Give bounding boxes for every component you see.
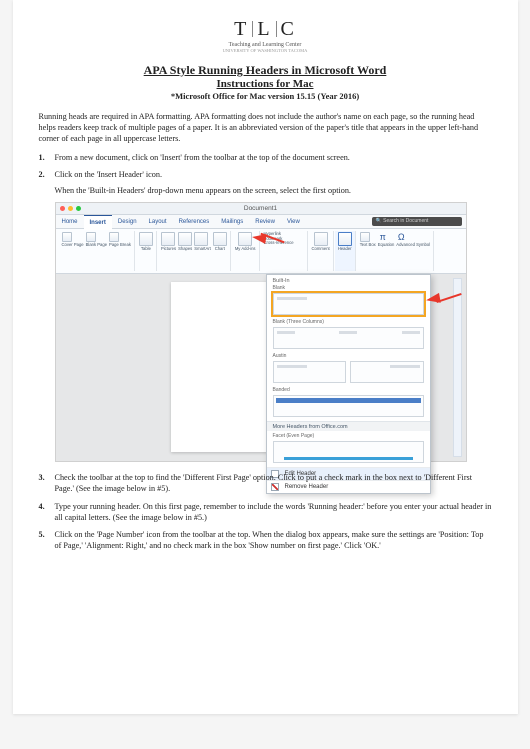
ribbon-header-group: Header [335,231,356,271]
ribbon-end-group: Text Box πEquation ΩAdvanced Symbol [357,231,434,271]
intro-paragraph: Running heads are required in APA format… [39,111,492,144]
table-icon[interactable] [139,232,153,246]
heading-sub: Instructions for Mac [39,78,492,90]
step-5: 5.Click on the 'Page Number' icon from t… [55,529,492,551]
minimize-icon[interactable] [68,206,73,211]
tab-home[interactable]: Home [56,215,84,229]
step-2-text: Click on the 'Insert Header' icon. [55,170,163,179]
right-panel-strip [453,278,462,457]
logo-org: UNIVERSITY OF WASHINGTON TACOMA [39,48,492,53]
chart-icon[interactable] [213,232,227,246]
step-5-text: Click on the 'Page Number' icon from the… [55,530,484,550]
ribbon-illust-group: Pictures Shapes SmartArt Chart [158,231,231,271]
shapes-icon[interactable] [178,232,192,246]
page-break-icon[interactable] [109,232,119,242]
close-icon[interactable] [60,206,65,211]
textbox-icon[interactable] [360,232,370,242]
logo-block: TLC Teaching and Learning Center UNIVERS… [39,18,492,53]
steps-list: 1.From a new document, click on 'Insert'… [39,152,492,196]
tab-references[interactable]: References [173,215,216,229]
cover-page-icon[interactable] [62,232,72,242]
dd-austin-label: Austin [267,353,430,359]
dd-blank-label: Blank [267,285,430,291]
dd-facet-label: Facet (Even Page) [267,431,430,439]
step-3: 3.Check the toolbar at the top to find t… [55,472,492,494]
mac-titlebar: Document1 [56,203,466,215]
step-2b-text: When the 'Built-in Headers' drop-down me… [55,185,492,196]
step-1-text: From a new document, click on 'Insert' f… [55,153,350,162]
dd-banded-label: Banded [267,387,430,393]
steps-list-cont: 3.Check the toolbar at the top to find t… [39,472,492,550]
window-title: Document1 [56,203,466,215]
heading-block: APA Style Running Headers in Microsoft W… [39,63,492,101]
header-dropdown: Built-In Blank Blank (Three Columns) Aus… [266,274,431,494]
step-4: 4.Type your running header. On this firs… [55,501,492,523]
step-4-text: Type your running header. On this first … [55,502,492,522]
symbol-icon[interactable]: Ω [396,232,406,242]
search-input[interactable]: 🔍 Search in Document [372,217,462,226]
pictures-icon[interactable] [161,232,175,246]
dd-section-builtin: Built-In [267,275,430,285]
dd-option-austin-l[interactable] [273,361,347,383]
ribbon-table-group: Table [136,231,157,271]
dd-more-office[interactable]: More Headers from Office.com [267,421,430,431]
ribbon-pages-group: Cover Page Blank Page Page Break [59,231,135,271]
addins-icon[interactable] [238,232,252,246]
word-screenshot: Document1 Home Insert Design Layout Refe… [55,202,467,462]
dd-option-blank3[interactable] [273,327,424,349]
tab-view[interactable]: View [281,215,306,229]
heading-version: *Microsoft Office for Mac version 15.15 … [39,91,492,101]
dd-option-facet[interactable] [273,441,424,463]
dd-option-blank[interactable] [273,293,424,315]
dd-option-banded[interactable] [273,395,424,417]
comment-icon[interactable] [314,232,328,246]
header-icon[interactable] [338,232,352,246]
heading-main: APA Style Running Headers in Microsoft W… [39,63,492,78]
traffic-lights [60,206,81,211]
step-2: 2.Click on the 'Insert Header' icon. Whe… [55,169,492,196]
dd-option-austin-r[interactable] [350,361,424,383]
document-page: TLC Teaching and Learning Center UNIVERS… [13,0,518,714]
dd-blank3-label: Blank (Three Columns) [267,319,430,325]
ribbon-tabbar: Home Insert Design Layout References Mai… [56,215,466,229]
ribbon-comment-group: Comment [309,231,334,271]
tab-layout[interactable]: Layout [143,215,173,229]
equation-icon[interactable]: π [378,232,388,242]
step-1: 1.From a new document, click on 'Insert'… [55,152,492,163]
tab-mailings[interactable]: Mailings [215,215,249,229]
tab-insert[interactable]: Insert [84,214,112,230]
smartart-icon[interactable] [194,232,208,246]
step-3-text: Check the toolbar at the top to find the… [55,473,473,493]
tab-review[interactable]: Review [249,215,281,229]
blank-page-icon[interactable] [86,232,96,242]
document-canvas: Built-In Blank Blank (Three Columns) Aus… [56,274,466,461]
logo-letters: TLC [39,18,492,41]
tab-design[interactable]: Design [112,215,143,229]
zoom-icon[interactable] [76,206,81,211]
